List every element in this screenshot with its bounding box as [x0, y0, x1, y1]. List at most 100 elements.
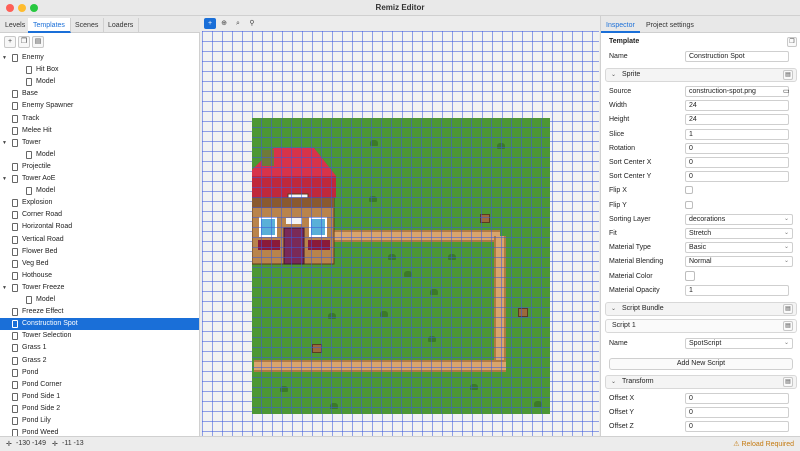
- tree-item[interactable]: Pond Corner: [0, 379, 199, 391]
- grass-tuft: [470, 384, 478, 390]
- text-field[interactable]: 0: [685, 142, 789, 154]
- window-title: Remiz Editor: [375, 3, 425, 12]
- tab-levels[interactable]: Levels: [0, 18, 32, 33]
- tree-item[interactable]: Construction Spot: [0, 318, 199, 331]
- tab-scenes[interactable]: Scenes: [70, 18, 105, 33]
- tree-item[interactable]: Pond Side 2: [0, 403, 199, 415]
- script-name-select[interactable]: SpotScript ⌄: [685, 338, 793, 349]
- inspector-panel: Inspector Project settings Template ❐ Na…: [600, 16, 800, 436]
- tree-item[interactable]: Grass 2: [0, 355, 199, 367]
- script-bundle-section-header[interactable]: ⌄ Script Bundle: [605, 302, 797, 316]
- tree-item[interactable]: Veg Bed: [0, 258, 199, 270]
- tree-item[interactable]: Hit Box: [0, 64, 199, 76]
- tree-item[interactable]: ▼ Tower: [0, 137, 199, 149]
- tree-item[interactable]: Model: [0, 294, 199, 306]
- checkbox[interactable]: [685, 200, 693, 209]
- tree-item[interactable]: Model: [0, 76, 199, 88]
- text-field[interactable]: 24: [685, 114, 789, 126]
- select-field[interactable]: decorations ⌄: [685, 213, 793, 225]
- text-field[interactable]: 0: [685, 157, 789, 168]
- grass-tuft: [280, 386, 288, 392]
- tree-item[interactable]: Projectile: [0, 161, 199, 173]
- tree-item[interactable]: Pond Lily: [0, 415, 199, 427]
- expand-caret-icon[interactable]: ▼: [2, 52, 7, 64]
- tree-item[interactable]: Melee Hit: [0, 125, 199, 137]
- text-field[interactable]: construction-spot.png: [685, 86, 789, 97]
- sprite-field-label: Slice: [609, 130, 625, 138]
- transform-field-label: Offset X: [609, 395, 635, 402]
- expand-caret-icon[interactable]: ▼: [2, 137, 7, 149]
- trash-icon[interactable]: ▤: [783, 70, 793, 80]
- text-field[interactable]: 24: [685, 100, 789, 112]
- construction-spot-sign[interactable]: [312, 344, 322, 353]
- transform-section-header[interactable]: ⌄ Transform: [605, 375, 797, 389]
- tree-item[interactable]: Model: [0, 185, 199, 197]
- new-file-icon[interactable]: +: [4, 36, 16, 48]
- copy-icon[interactable]: ❐: [787, 37, 797, 47]
- trash-icon[interactable]: ▤: [783, 377, 793, 387]
- color-swatch[interactable]: [685, 270, 695, 281]
- left-toolbar: + ❐ ▤: [0, 35, 200, 49]
- crosshair-icon[interactable]: ⊕: [218, 18, 230, 29]
- text-field[interactable]: 1: [685, 128, 789, 140]
- name-label: Name: [609, 53, 628, 60]
- trash-icon[interactable]: ▤: [783, 304, 793, 314]
- select-field[interactable]: Stretch ⌄: [685, 228, 793, 239]
- tree-item-label: Freeze Effect: [22, 308, 64, 316]
- transform-field[interactable]: 0: [685, 393, 789, 404]
- tree-item[interactable]: Pond Side 1: [0, 391, 199, 403]
- transform-field[interactable]: 0: [685, 421, 789, 433]
- move-icon[interactable]: +: [204, 18, 216, 29]
- tree-item[interactable]: Corner Road: [0, 209, 199, 221]
- tree-item[interactable]: Model: [0, 149, 199, 161]
- expand-caret-icon[interactable]: ▼: [2, 282, 7, 294]
- tree-item[interactable]: Base: [0, 88, 199, 100]
- tree-item[interactable]: Vertical Road: [0, 234, 199, 246]
- tree-item-label: Base: [22, 90, 38, 98]
- add-new-script-button[interactable]: Add New Script: [609, 358, 793, 370]
- transform-field[interactable]: 0: [685, 407, 789, 419]
- tree-item[interactable]: Pond Weed: [0, 427, 199, 436]
- tree-item[interactable]: Track: [0, 113, 199, 125]
- reload-required-badge[interactable]: ⚠ Reload Required: [733, 440, 794, 448]
- select-field[interactable]: Basic ⌄: [685, 242, 793, 254]
- text-field[interactable]: 1: [685, 284, 789, 296]
- text-field[interactable]: 0: [685, 171, 789, 183]
- tree-item[interactable]: Tower Selection: [0, 330, 199, 342]
- trash-icon[interactable]: ▤: [32, 36, 44, 48]
- tree-item[interactable]: Hothouse: [0, 270, 199, 282]
- tree-item[interactable]: Flower Bed: [0, 246, 199, 258]
- tree-item[interactable]: Explosion: [0, 197, 199, 209]
- tab-project-settings[interactable]: Project settings: [641, 18, 699, 33]
- tree-item[interactable]: Enemy Spawner: [0, 100, 199, 112]
- name-field[interactable]: Construction Spot: [685, 51, 789, 62]
- tree-item[interactable]: Freeze Effect: [0, 306, 199, 318]
- checkbox[interactable]: [685, 186, 693, 195]
- trash-icon[interactable]: ▤: [783, 321, 793, 331]
- scene-map[interactable]: [252, 118, 550, 414]
- tree-item[interactable]: ▼ Tower AoE: [0, 173, 199, 185]
- tree-item[interactable]: ▼ Enemy: [0, 52, 199, 64]
- select-field[interactable]: Normal ⌄: [685, 256, 793, 268]
- tree-item[interactable]: Horizontal Road: [0, 221, 199, 233]
- duplicate-icon[interactable]: ❐: [18, 36, 30, 48]
- construction-spot-sign[interactable]: [480, 214, 490, 223]
- file-icon: [12, 54, 18, 62]
- folder-icon[interactable]: ▭: [783, 87, 790, 95]
- zoom-icon[interactable]: ⌕: [232, 18, 244, 29]
- tree-item-label: Explosion: [22, 199, 53, 207]
- tree-item[interactable]: Grass 1: [0, 342, 199, 354]
- tree-item[interactable]: Pond: [0, 367, 199, 379]
- user-icon[interactable]: ⚲: [246, 18, 258, 29]
- chevron-down-icon: ⌄: [611, 379, 617, 385]
- construction-spot-sign[interactable]: [518, 308, 528, 317]
- sprite-section-header[interactable]: ⌄ Sprite: [605, 68, 797, 82]
- file-icon: [12, 114, 18, 123]
- canvas-grid[interactable]: [202, 31, 599, 436]
- tab-inspector[interactable]: Inspector: [601, 18, 640, 33]
- tree-item[interactable]: ▼ Tower Freeze: [0, 282, 199, 294]
- file-icon: [12, 199, 18, 208]
- tab-templates[interactable]: Templates: [28, 18, 71, 33]
- expand-caret-icon[interactable]: ▼: [2, 173, 7, 185]
- tab-loaders[interactable]: Loaders: [103, 18, 140, 33]
